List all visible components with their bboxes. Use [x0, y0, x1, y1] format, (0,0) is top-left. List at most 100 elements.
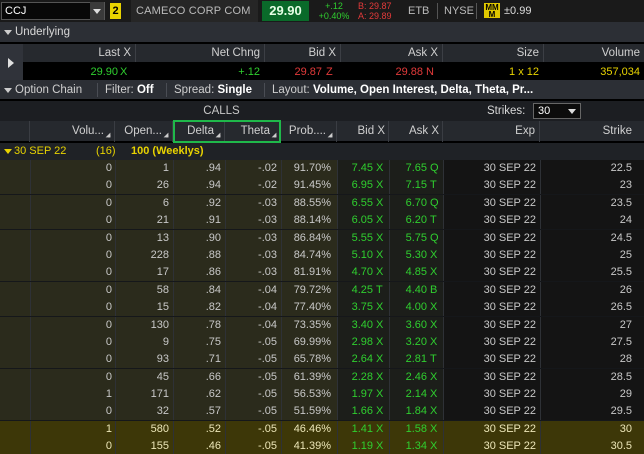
theta-cell: -.05: [258, 440, 277, 453]
header-bid[interactable]: Bid X: [265, 44, 337, 62]
option-row[interactable]: 0 93 .71 -.05 65.78% 2.64 2.81 30 SEP 22 28 X T: [0, 351, 644, 369]
ask-cell[interactable]: 4.85: [389, 264, 427, 281]
bid-cell[interactable]: 1.97: [337, 386, 373, 403]
header-volume[interactable]: Volu...: [30, 121, 115, 142]
volume-cell: 0: [105, 405, 112, 418]
symbol-dropdown-button[interactable]: [90, 2, 104, 20]
strike-cell: 28.5: [610, 370, 632, 383]
ask-exchange-cell: X: [430, 266, 438, 279]
ask-cell[interactable]: 2.14: [389, 386, 427, 403]
option-row[interactable]: 0 13 .90 -.03 86.84% 5.55 5.75 30 SEP 22 24.5 X Q: [0, 229, 644, 247]
ask-cell[interactable]: 5.75: [389, 230, 427, 247]
ask-cell[interactable]: 1.34: [389, 438, 427, 454]
volume-cell: 0: [105, 214, 112, 227]
ask-cell[interactable]: 2.81: [389, 351, 427, 368]
bid-cell[interactable]: 7.45: [337, 160, 373, 177]
link-group-badge[interactable]: 2: [110, 3, 121, 19]
header-volume[interactable]: Volume: [544, 44, 640, 62]
ask-cell[interactable]: 6.70: [389, 195, 427, 212]
underlying-volume: 357,034: [600, 66, 640, 78]
expiration-group-row[interactable]: 30 SEP 22 (16) 100 (Weeklys): [0, 143, 644, 160]
option-row[interactable]: 0 9 .75 -.05 69.99% 2.98 3.20 30 SEP 22 27.5 X X: [0, 333, 644, 352]
ask-cell[interactable]: 3.60: [389, 317, 427, 334]
expiration-label: 100 (Weeklys): [131, 145, 204, 157]
underlying-section-header[interactable]: Underlying: [0, 22, 644, 43]
option-row[interactable]: 0 58 .84 -.04 79.72% 4.25 4.40 30 SEP 22 26 T B: [0, 281, 644, 300]
header-last[interactable]: Last X: [30, 44, 131, 62]
delta-cell: .71: [205, 353, 221, 366]
option-row[interactable]: 1 580 .52 -.05 46.46% 1.41 1.58 30 SEP 22 30 X X: [0, 420, 644, 439]
ask-cell[interactable]: 1.84: [389, 403, 427, 420]
bid-cell[interactable]: 5.55: [337, 230, 373, 247]
bid-cell[interactable]: 2.64: [337, 351, 373, 368]
probability-cell: 51.59%: [293, 405, 331, 418]
bid-cell[interactable]: 1.19: [337, 438, 373, 454]
bid-cell[interactable]: 4.70: [337, 264, 373, 281]
etb-label: ETB: [408, 5, 430, 17]
ask-exchange-cell: Q: [430, 196, 439, 209]
option-row[interactable]: 1 171 .62 -.05 56.53% 1.97 2.14 30 SEP 22 29 X X: [0, 386, 644, 404]
volume-cell: 0: [105, 301, 112, 314]
theta-cell: -.04: [258, 318, 277, 331]
strike-cell: 30.5: [610, 440, 632, 453]
strikes-select[interactable]: 30: [533, 103, 581, 119]
option-row[interactable]: 0 26 .94 -.02 91.45% 6.95 7.15 30 SEP 22 23 X T: [0, 177, 644, 195]
ask-cell[interactable]: 7.65: [389, 160, 427, 177]
option-chain-title[interactable]: Option Chain: [15, 80, 82, 100]
expiration-cell: 30 SEP 22: [483, 248, 536, 261]
filter-control[interactable]: Filter: Off: [105, 80, 154, 100]
strike-cell: 26: [619, 283, 632, 296]
ask-cell[interactable]: 7.15: [389, 177, 427, 194]
bid-cell[interactable]: 5.10: [337, 247, 373, 264]
bid-cell[interactable]: 6.95: [337, 177, 373, 194]
layout-control[interactable]: Layout: Volume, Open Interest, Delta, Th…: [272, 80, 533, 100]
underlying-expand-button[interactable]: [0, 44, 23, 82]
option-row[interactable]: 0 6 .92 -.03 88.55% 6.55 6.70 30 SEP 22 23.5 X Q: [0, 194, 644, 213]
header-net-change[interactable]: Net Chng: [136, 44, 260, 62]
header-expiration[interactable]: Exp: [443, 121, 540, 142]
ask-cell[interactable]: 4.40: [389, 282, 427, 299]
delta-cell: .88: [205, 248, 221, 261]
divider: [264, 83, 265, 97]
option-row[interactable]: 0 15 .82 -.04 77.40% 3.75 4.00 30 SEP 22 26.5 X X: [0, 299, 644, 317]
bid-cell[interactable]: 4.25: [337, 282, 373, 299]
option-row[interactable]: 0 155 .46 -.05 41.39% 1.19 1.34 30 SEP 22 30.5 X X: [0, 438, 644, 454]
option-row[interactable]: 0 17 .86 -.03 81.91% 4.70 4.85 30 SEP 22 25.5 X X: [0, 264, 644, 282]
ask-cell[interactable]: 2.46: [389, 369, 427, 386]
header-ask[interactable]: Ask X: [341, 44, 438, 62]
bid-cell[interactable]: 2.98: [337, 334, 373, 351]
volume-cell: 0: [105, 335, 112, 348]
bid-cell[interactable]: 6.55: [337, 195, 373, 212]
option-row[interactable]: 0 45 .66 -.05 61.39% 2.28 2.46 30 SEP 22 28.5 X X: [0, 368, 644, 387]
option-row[interactable]: 0 130 .78 -.04 73.35% 3.40 3.60 30 SEP 22 27 X X: [0, 316, 644, 334]
bid-cell[interactable]: 3.75: [337, 299, 373, 316]
bid-cell[interactable]: 1.66: [337, 403, 373, 420]
option-row[interactable]: 0 228 .88 -.03 84.74% 5.10 5.30 30 SEP 22 25 X X: [0, 246, 644, 265]
bid-cell[interactable]: 6.05: [337, 212, 373, 229]
header-probability[interactable]: Prob....: [281, 121, 337, 142]
theta-cell: -.05: [258, 405, 277, 418]
header-open-interest[interactable]: Open...: [115, 121, 173, 142]
bid-cell[interactable]: 2.28: [337, 369, 373, 386]
ask-cell[interactable]: 5.30: [389, 247, 427, 264]
spread-control[interactable]: Spread: Single: [174, 80, 252, 100]
bid-cell[interactable]: 3.40: [337, 317, 373, 334]
strike-cell: 23: [619, 179, 632, 192]
strike-cell: 24.5: [610, 231, 632, 244]
ask-cell[interactable]: 4.00: [389, 299, 427, 316]
header-strike[interactable]: Strike: [540, 121, 644, 142]
bid-cell[interactable]: 1.41: [337, 421, 373, 438]
option-row[interactable]: 0 1 .94 -.02 91.70% 7.45 7.65 30 SEP 22 22.5 X Q: [0, 160, 644, 178]
underlying-header-row: Last X Net Chng Bid X Ask X Size Volume: [0, 44, 644, 62]
header-size[interactable]: Size: [443, 44, 539, 62]
option-row[interactable]: 0 32 .57 -.05 51.59% 1.66 1.84 30 SEP 22 29.5 X X: [0, 403, 644, 421]
bid-exchange-cell: X: [376, 388, 384, 401]
header-ask[interactable]: Ask X: [389, 121, 443, 142]
ask-cell[interactable]: 1.58: [389, 421, 427, 438]
delta-cell: .94: [205, 179, 221, 192]
ask-cell[interactable]: 3.20: [389, 334, 427, 351]
option-row[interactable]: 0 21 .91 -.03 88.14% 6.05 6.20 30 SEP 22 24 X T: [0, 212, 644, 230]
theta-cell: -.05: [258, 353, 277, 366]
ask-cell[interactable]: 6.20: [389, 212, 427, 229]
header-bid[interactable]: Bid X: [337, 121, 389, 142]
